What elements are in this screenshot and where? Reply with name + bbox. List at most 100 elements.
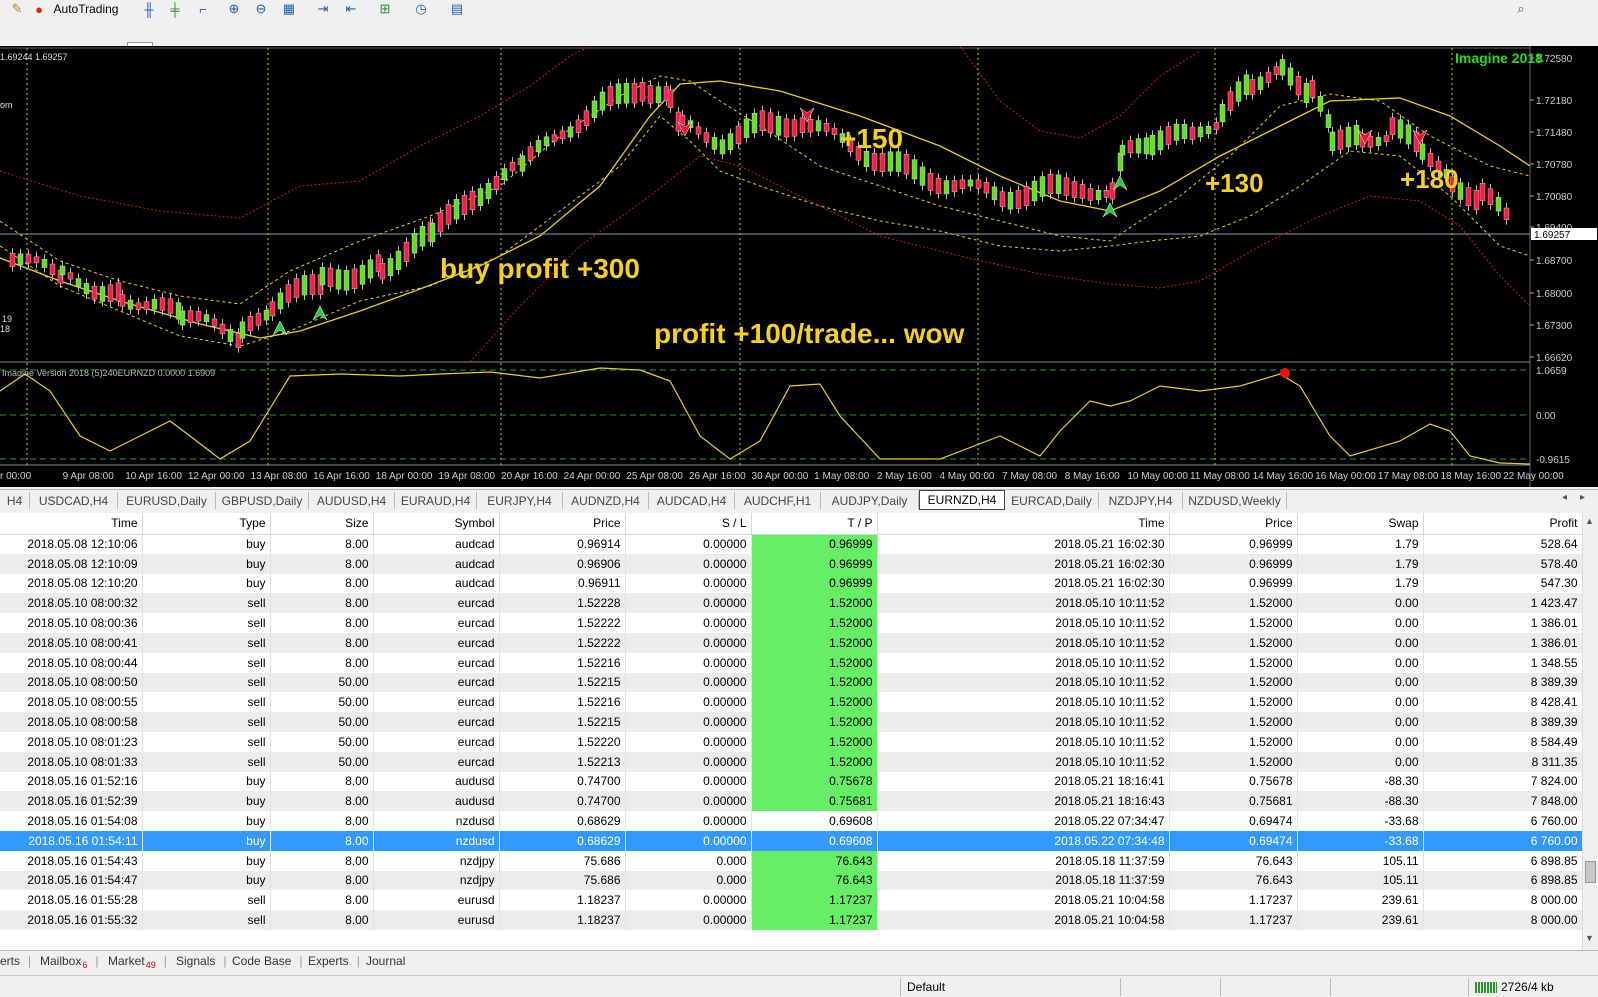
cell-take-profit: 1.17237: [751, 910, 878, 930]
zoom-out-icon[interactable]: ⊖: [252, 1, 270, 17]
symbol-tab-eurcad-daily[interactable]: EURCAD,Daily: [1005, 492, 1099, 509]
symbol-tab-eurusd-daily[interactable]: EURUSD,Daily: [118, 492, 216, 509]
table-row[interactable]: 2018.05.08 12:10:09 buy 8.00 audcad 0.96906 0…: [0, 553, 1582, 574]
table-row[interactable]: 2018.05.10 08:00:32 sell 8.00 eurcad 1.52228…: [0, 593, 1582, 614]
scroll-thumb[interactable]: [1585, 861, 1596, 883]
header-close-time[interactable]: Time: [877, 513, 1170, 535]
terminal-tab-experts[interactable]: Experts |: [308, 954, 360, 968]
table-row[interactable]: 2018.05.10 08:00:58 sell 50.00 eurcad 1.5221…: [0, 712, 1582, 732]
candle-body-52: [395, 250, 402, 270]
auto-scroll-icon[interactable]: ⇥: [314, 1, 332, 17]
indicators-icon[interactable]: ⊞: [376, 1, 394, 17]
time-label-16: 7 May 08:00: [1002, 471, 1057, 482]
time-label-14: 2 May 16:00: [877, 471, 932, 482]
header-symbol[interactable]: Symbol: [373, 513, 500, 535]
header-size[interactable]: Size: [270, 513, 374, 535]
symbol-tab-audnzd-h4[interactable]: AUDNZD,H4: [563, 492, 649, 509]
open-folder-icon[interactable]: ✎: [8, 1, 26, 17]
symbol-tab-nzdjpy-h4[interactable]: NZDJPY,H4: [1099, 492, 1183, 509]
chart-shift-icon[interactable]: ⇤: [342, 1, 360, 17]
cell-type: sell: [142, 731, 271, 752]
chart-annotation-3: +130: [1205, 168, 1264, 198]
chart-canvas[interactable]: 1.725801.721801.714801.707801.700801.694…: [0, 46, 1598, 487]
price-chart[interactable]: 1.725801.721801.714801.707801.700801.694…: [0, 46, 1598, 487]
symbol-tab-audcad-h4[interactable]: AUDCAD,H4: [649, 492, 735, 509]
table-row[interactable]: 2018.05.10 08:01:33 sell 50.00 eurcad 1.5221…: [0, 751, 1582, 772]
candlestick-icon[interactable]: ╪: [166, 1, 184, 17]
status-empty-3: [1330, 978, 1400, 996]
table-row[interactable]: 2018.05.10 08:00:44 sell 8.00 eurcad 1.52216…: [0, 652, 1582, 673]
candle-body-139: [1071, 181, 1078, 198]
terminal-tab-journal[interactable]: Journal: [366, 954, 405, 968]
header-close-price[interactable]: Price: [1169, 513, 1298, 535]
header-take-profit[interactable]: T / P: [751, 513, 878, 535]
symbol-tab-gbpusd-daily[interactable]: GBPUSD,Daily: [216, 492, 309, 509]
search-icon[interactable]: ⌕: [1512, 1, 1530, 17]
cell-close-time: 2018.05.21 16:02:30: [877, 553, 1170, 574]
cell-stop-loss: 0.000: [625, 850, 752, 871]
symbol-tab-eurjpy-h4[interactable]: EURJPY,H4: [477, 492, 563, 509]
bar-chart-icon[interactable]: ╫: [140, 1, 158, 17]
line-chart-icon[interactable]: ⌐: [194, 1, 212, 17]
header-swap[interactable]: Swap: [1297, 513, 1424, 535]
symbol-tab-audchf-h1[interactable]: AUDCHF,H1: [735, 492, 821, 509]
table-row[interactable]: 2018.05.08 12:10:06 buy 8.00 audcad 0.96914 0…: [0, 534, 1582, 554]
tile-windows-icon[interactable]: ▦: [280, 1, 298, 17]
tabs-scroll-right-icon[interactable]: ▸: [1580, 492, 1585, 503]
header-open-price[interactable]: Price: [499, 513, 626, 535]
cell-open-time: 2018.05.10 08:00:58: [0, 712, 143, 732]
terminal-tab-signals[interactable]: Signals |: [176, 954, 226, 968]
autotrading-icon[interactable]: ●: [30, 1, 48, 17]
scroll-up-icon[interactable]: ▲: [1585, 516, 1594, 526]
table-row[interactable]: 2018.05.16 01:52:16 buy 8.00 audusd 0.74700 0…: [0, 771, 1582, 792]
left-edge-label-2: 18: [0, 324, 10, 334]
autotrading-button[interactable]: AutoTrading: [50, 0, 122, 18]
zoom-in-icon[interactable]: ⊕: [225, 1, 243, 17]
symbol-tab-h4[interactable]: H4: [0, 492, 30, 509]
scroll-down-icon[interactable]: ▼: [1585, 933, 1594, 943]
periods-clock-icon[interactable]: ◷: [412, 1, 430, 17]
cell-take-profit: 0.69608: [751, 811, 878, 831]
candle-body-77: [583, 110, 590, 126]
symbol-tab-euraud-h4[interactable]: EURAUD,H4: [395, 492, 477, 509]
time-label-10: 25 Apr 08:00: [626, 471, 683, 482]
table-row[interactable]: 2018.05.16 01:54:47 buy 8.00 nzdjpy 75.686 0.…: [0, 870, 1582, 891]
table-row[interactable]: 2018.05.16 01:55:28 sell 8.00 eurusd 1.18237…: [0, 890, 1582, 911]
terminal-tab-label: Experts: [308, 954, 349, 968]
cell-open-time: 2018.05.10 08:00:36: [0, 613, 143, 633]
table-row[interactable]: 2018.05.08 12:10:20 buy 8.00 audcad 0.96911 0…: [0, 573, 1582, 594]
symbol-tab-nzdusd-weekly[interactable]: NZDUSD,Weekly: [1183, 492, 1287, 509]
templates-icon[interactable]: ▤: [448, 1, 466, 17]
time-label-20: 14 May 16:00: [1253, 471, 1314, 482]
terminal-tab-erts[interactable]: erts |: [0, 954, 31, 968]
symbol-tab-eurnzd-h4[interactable]: EURNZD,H4: [919, 490, 1005, 510]
symbol-tab-audusd-h4[interactable]: AUDUSD,H4: [309, 492, 395, 509]
table-row[interactable]: 2018.05.16 01:55:32 sell 8.00 eurusd 1.18237…: [0, 910, 1582, 930]
header-open-time[interactable]: Time: [0, 513, 143, 535]
table-row[interactable]: 2018.05.10 08:01:23 sell 50.00 eurcad 1.5222…: [0, 731, 1582, 752]
cell-close-time: 2018.05.21 16:02:30: [877, 534, 1170, 554]
terminal-tab-market[interactable]: Market 49 |: [108, 954, 167, 970]
table-scrollbar[interactable]: ▲ ▼: [1582, 513, 1598, 950]
table-row[interactable]: 2018.05.10 08:00:55 sell 50.00 eurcad 1.5221…: [0, 692, 1582, 713]
header-type[interactable]: Type: [142, 513, 271, 535]
table-row[interactable]: 2018.05.16 01:54:43 buy 8.00 nzdjpy 75.686 0.…: [0, 850, 1582, 871]
table-row[interactable]: 2018.05.10 08:00:41 sell 8.00 eurcad 1.52222…: [0, 632, 1582, 653]
table-row[interactable]: 2018.05.10 08:00:36 sell 8.00 eurcad 1.52222…: [0, 613, 1582, 633]
header-stop-loss[interactable]: S / L: [625, 513, 752, 535]
symbol-tab-usdcad-h4[interactable]: USDCAD,H4: [30, 492, 118, 509]
cell-symbol: audcad: [373, 534, 500, 554]
terminal-tab-code-base[interactable]: Code Base |: [232, 954, 303, 968]
table-row[interactable]: 2018.05.16 01:54:08 buy 8.00 nzdusd 0.68629 0…: [0, 811, 1582, 831]
candle-body-171: [1309, 80, 1316, 98]
table-row[interactable]: 2018.05.10 08:00:50 sell 50.00 eurcad 1.5221…: [0, 672, 1582, 693]
terminal-tab-mailbox[interactable]: Mailbox 6 |: [40, 954, 99, 970]
candle-body-193: [1473, 190, 1480, 210]
table-row[interactable]: 2018.05.16 01:54:11 buy 8.00 nzdusd 0.68629 0…: [0, 830, 1582, 851]
time-label-7: 19 Apr 08:00: [438, 471, 495, 482]
header-profit[interactable]: Profit: [1423, 513, 1582, 535]
tabs-scroll-left-icon[interactable]: ◂: [1562, 492, 1567, 503]
symbol-tab-audjpy-daily[interactable]: AUDJPY,Daily: [821, 492, 919, 509]
table-row[interactable]: 2018.05.16 01:52:39 buy 8.00 audusd 0.74700 0…: [0, 791, 1582, 812]
candle-body-117: [895, 151, 902, 172]
